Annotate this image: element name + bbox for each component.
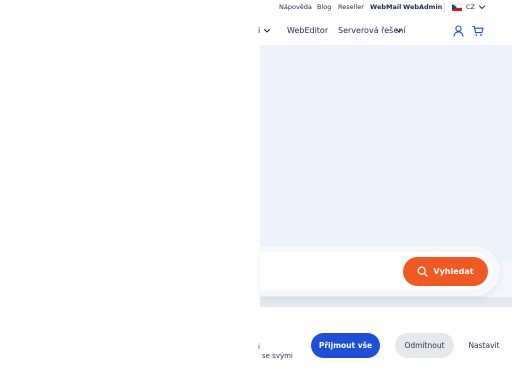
search-icon — [417, 266, 429, 277]
search-button[interactable]: Vyhledat — [403, 257, 488, 286]
chevron-down-icon[interactable] — [263, 27, 271, 35]
utility-bar: Nápověda Blog Reseller WebMail WebAdmin … — [0, 0, 512, 16]
chevron-down-icon[interactable] — [395, 27, 403, 35]
blog-link[interactable]: Blog — [317, 3, 331, 12]
czech-flag-icon[interactable] — [452, 4, 462, 11]
utility-divider — [444, 3, 445, 13]
help-link[interactable]: Nápověda — [279, 3, 312, 12]
cookie-text-line-1: i — [258, 343, 260, 351]
cookie-consent-bar: i se svými Přijmout vše Odmítnout Nastav… — [0, 307, 512, 384]
accept-all-label: Přijmout vše — [318, 341, 373, 350]
reseller-link[interactable]: Reseller — [338, 3, 364, 12]
cookie-settings-label: Nastavit — [468, 341, 500, 350]
chevron-down-icon[interactable] — [478, 3, 486, 12]
hero-background — [260, 45, 512, 262]
language-selector-label[interactable]: CZ — [466, 3, 475, 12]
reject-label: Odmítnout — [404, 341, 445, 350]
hero-bottom-strip — [260, 297, 512, 307]
cart-icon[interactable] — [472, 25, 484, 37]
nav-item-partial-label[interactable]: i — [258, 26, 260, 36]
cookie-settings-button[interactable]: Nastavit — [463, 333, 505, 358]
main-nav: i WebEditor Serverová řešení — [0, 17, 512, 45]
webmail-link[interactable]: WebMail — [370, 3, 401, 12]
webadmin-link[interactable]: WebAdmin — [403, 3, 442, 12]
accept-all-button[interactable]: Přijmout vše — [311, 333, 380, 358]
hero-left-panel — [0, 45, 260, 307]
user-icon[interactable] — [453, 25, 464, 37]
reject-button[interactable]: Odmítnout — [395, 333, 454, 358]
search-button-label: Vyhledat — [433, 266, 474, 276]
cookie-text-line-2: se svými — [262, 352, 293, 360]
nav-item-webeditor[interactable]: WebEditor — [287, 26, 328, 36]
page: Nápověda Blog Reseller WebMail WebAdmin … — [0, 0, 512, 384]
